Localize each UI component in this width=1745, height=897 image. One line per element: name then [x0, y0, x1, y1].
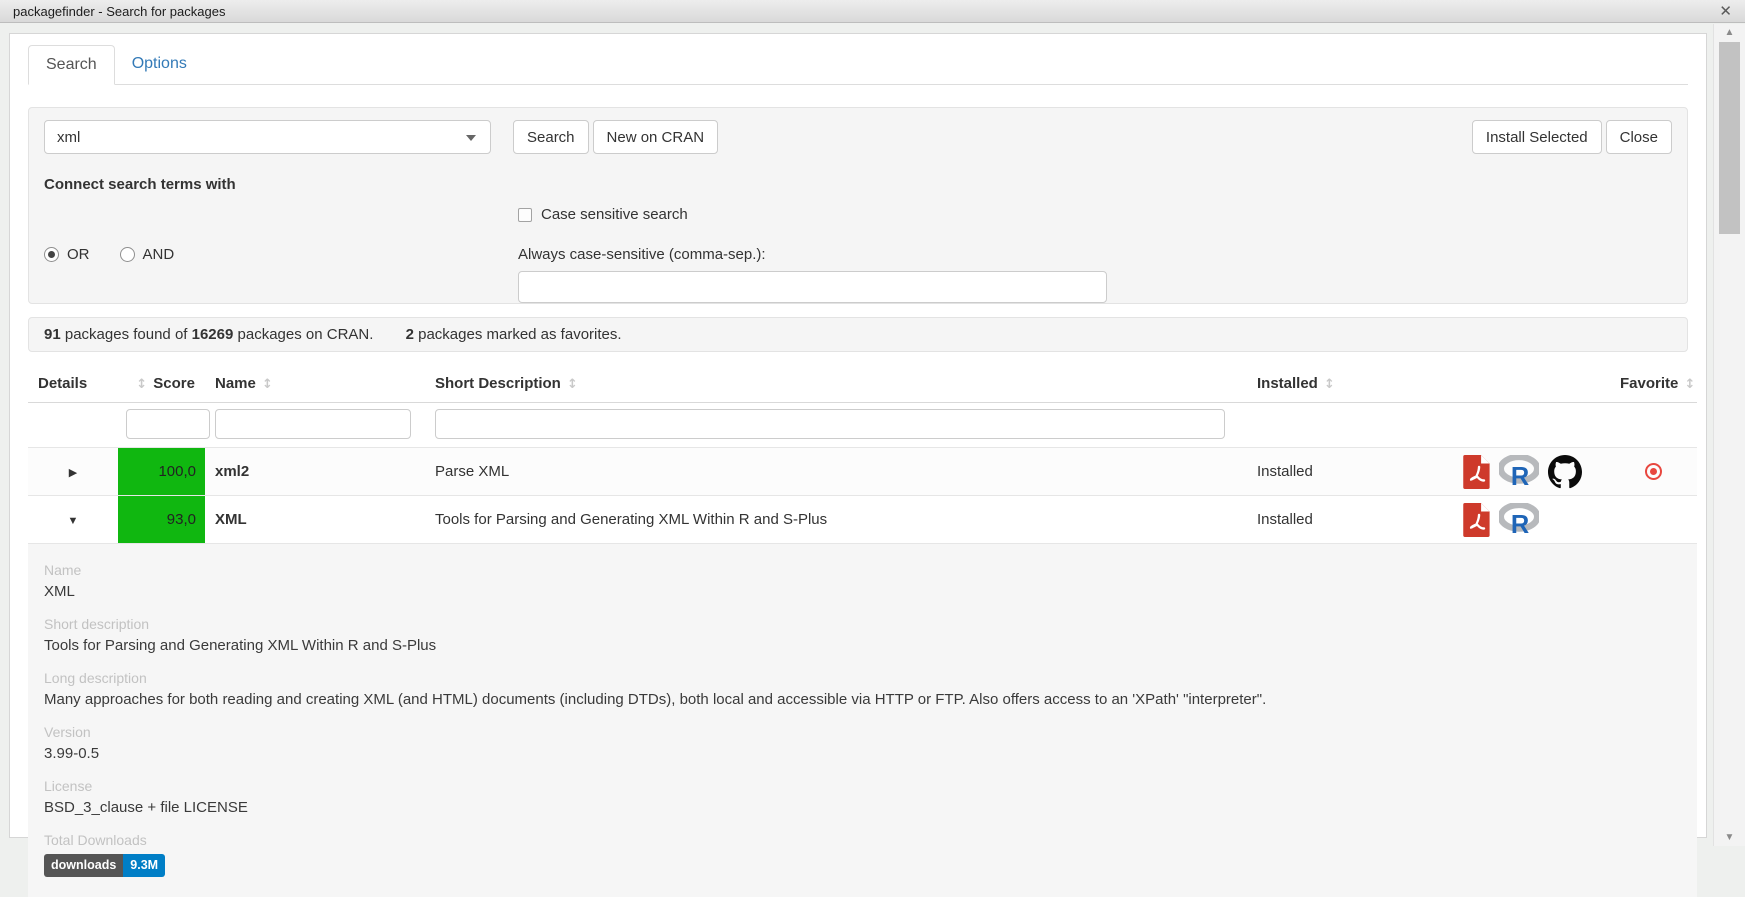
installed-status: Installed — [1247, 448, 1440, 496]
score-filter-input[interactable] — [126, 409, 210, 439]
favorites-count: 2 — [406, 326, 414, 343]
found-text: packages found of — [61, 326, 192, 343]
scroll-up-icon[interactable]: ▲ — [1714, 27, 1745, 38]
sort-icon: ↕ — [262, 377, 273, 392]
close-button[interactable]: Close — [1606, 120, 1672, 154]
status-bar: 91 packages found of 16269 packages on C… — [28, 317, 1688, 352]
tab-search[interactable]: Search — [28, 45, 115, 85]
package-name: xml2 — [205, 448, 425, 496]
detail-label: Long description — [44, 670, 1681, 686]
col-header-installed[interactable]: Installed ↕ — [1247, 366, 1440, 403]
score-cell: 100,0 — [118, 448, 205, 495]
tab-bar: Search Options — [28, 45, 1688, 85]
search-well: xml Search New on CRAN Install Selected … — [28, 107, 1688, 304]
col-header-favorite[interactable]: Favorite ↕ — [1610, 366, 1697, 403]
col-header-desc[interactable]: Short Description ↕ — [425, 366, 1247, 403]
installed-status: Installed — [1247, 496, 1440, 544]
pdf-manual-icon[interactable] — [1462, 503, 1490, 537]
search-term-select[interactable]: xml — [44, 120, 491, 154]
package-description: Tools for Parsing and Generating XML Wit… — [425, 496, 1247, 544]
detail-value: BSD_3_clause + file LICENSE — [44, 799, 1681, 816]
scrollbar-thumb[interactable] — [1719, 42, 1740, 234]
install-selected-button[interactable]: Install Selected — [1472, 120, 1602, 154]
radio-or-label: OR — [67, 246, 90, 263]
chevron-down-icon — [466, 135, 476, 141]
expanded-detail-row: Name XML Short description Tools for Par… — [28, 544, 1697, 897]
r-project-icon[interactable]: R — [1499, 455, 1539, 488]
always-case-label: Always case-sensitive (comma-sep.): — [518, 246, 1107, 263]
main-panel: Search Options xml Search New on CRAN In… — [9, 33, 1707, 838]
detail-value: 3.99-0.5 — [44, 745, 1681, 762]
favorites-text: packages marked as favorites. — [414, 326, 622, 343]
detail-label: Name — [44, 562, 1681, 578]
always-case-input[interactable] — [518, 271, 1107, 303]
table-row-xml[interactable]: ▼ 93,0 XML Tools for Parsing and Generat… — [28, 496, 1697, 544]
collapse-row-icon[interactable]: ▼ — [68, 515, 79, 527]
total-count: 16269 — [192, 326, 234, 343]
downloads-badge: downloads 9.3M — [44, 854, 165, 877]
case-sensitive-checkbox[interactable] — [518, 208, 532, 222]
sort-icon: ↕ — [567, 377, 578, 392]
detail-label: Version — [44, 724, 1681, 740]
downloads-badge-value: 9.3M — [123, 854, 165, 877]
downloads-badge-label: downloads — [44, 854, 123, 877]
svg-text:R: R — [1511, 463, 1529, 488]
detail-label: License — [44, 778, 1681, 794]
window-titlebar: packagefinder - Search for packages ✕ — [0, 0, 1745, 23]
detail-value: Many approaches for both reading and cre… — [44, 691, 1681, 708]
search-button[interactable]: Search — [513, 120, 589, 154]
score-cell: 93,0 — [118, 496, 205, 543]
col-header-links — [1440, 366, 1610, 403]
found-count: 91 — [44, 326, 61, 343]
detail-label: Short description — [44, 616, 1681, 632]
pdf-manual-icon[interactable] — [1462, 455, 1490, 489]
vertical-scrollbar[interactable]: ▲ ▼ — [1713, 24, 1745, 846]
search-term-value: xml — [57, 129, 80, 146]
window-title: packagefinder - Search for packages — [13, 4, 225, 19]
radio-and[interactable] — [120, 247, 135, 262]
detail-value: Tools for Parsing and Generating XML Wit… — [44, 637, 1681, 654]
case-sensitive-label: Case sensitive search — [541, 206, 688, 223]
tab-options[interactable]: Options — [115, 45, 204, 85]
window-close-icon[interactable]: ✕ — [1719, 4, 1732, 19]
expand-row-icon[interactable]: ▶ — [69, 467, 77, 479]
sort-icon: ↕ — [1685, 377, 1696, 392]
sort-icon: ↕ — [136, 377, 147, 392]
scroll-down-icon[interactable]: ▼ — [1714, 832, 1745, 843]
filter-row — [28, 403, 1697, 448]
col-header-score[interactable]: ↕ Score — [118, 366, 205, 403]
svg-text:R: R — [1511, 511, 1529, 536]
table-row-xml2[interactable]: ▶ 100,0 xml2 Parse XML Installed — [28, 448, 1697, 496]
total-text: packages on CRAN. — [233, 326, 373, 343]
sort-icon: ↕ — [1324, 377, 1335, 392]
radio-or[interactable] — [44, 247, 59, 262]
package-description: Parse XML — [425, 448, 1247, 496]
detail-value: XML — [44, 583, 1681, 600]
github-icon[interactable] — [1548, 455, 1582, 489]
col-header-details: Details — [28, 366, 118, 403]
col-header-name[interactable]: Name ↕ — [205, 366, 425, 403]
new-on-cran-button[interactable]: New on CRAN — [593, 120, 719, 154]
radio-and-label: AND — [143, 246, 175, 263]
header-row: Details ↕ Score Name ↕ Short Description… — [28, 366, 1697, 403]
results-table: Details ↕ Score Name ↕ Short Description… — [28, 366, 1697, 897]
name-filter-input[interactable] — [215, 409, 411, 439]
r-project-icon[interactable]: R — [1499, 503, 1539, 536]
connect-terms-label: Connect search terms with — [44, 176, 1672, 193]
description-filter-input[interactable] — [435, 409, 1225, 439]
package-name: XML — [205, 496, 425, 544]
favorite-marker-icon[interactable] — [1645, 463, 1662, 480]
